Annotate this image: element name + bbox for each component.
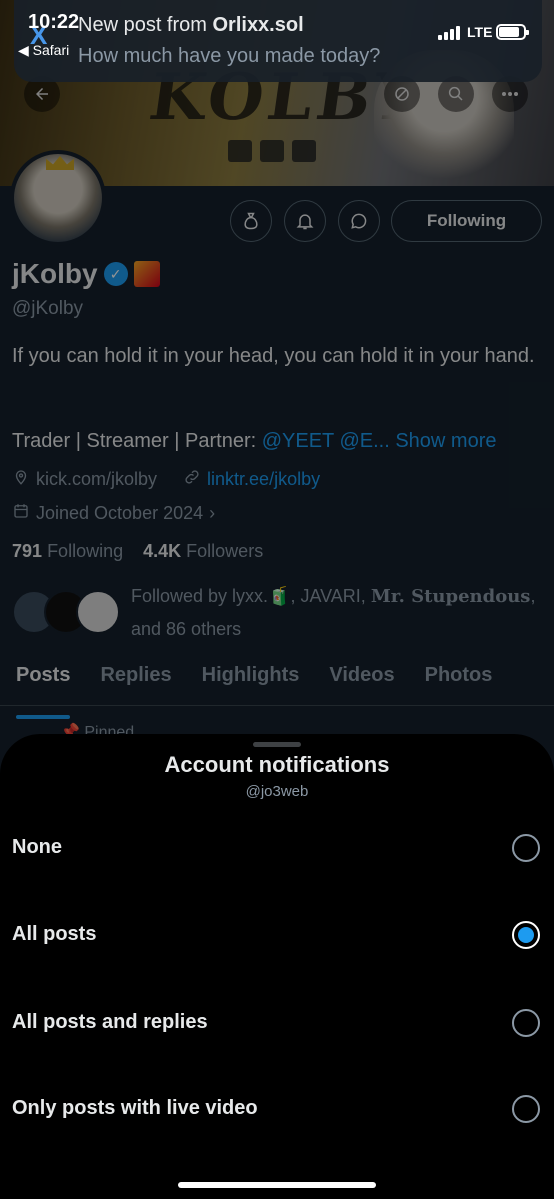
radio-none[interactable] <box>512 834 540 862</box>
sheet-subtitle: @jo3web <box>245 783 309 800</box>
affiliate-badge-icon[interactable] <box>133 261 160 287</box>
calendar-icon <box>12 502 30 525</box>
option-none[interactable]: None <box>0 810 554 890</box>
notification-title: New post from Orlixx.sol <box>78 14 304 37</box>
option-all-posts[interactable]: All posts <box>0 897 554 977</box>
tab-replies[interactable]: Replies <box>100 656 171 705</box>
account-notifications-sheet: Account notifications @jo3web None All p… <box>0 734 554 1199</box>
chevron-right-icon: › <box>209 503 216 523</box>
joined-row[interactable]: Joined October 2024 › <box>12 502 215 525</box>
followed-by-prefix: Followed by lyxx.🧃, JAVARI, <box>131 586 371 606</box>
link-icon <box>183 468 201 491</box>
following-label[interactable]: Following <box>47 541 123 561</box>
profile-bio: If you can hold it in your head, you can… <box>12 345 535 367</box>
back-to-safari-link[interactable]: ◀ Safari <box>18 42 69 59</box>
tab-photos[interactable]: Photos <box>425 656 493 705</box>
sheet-title: Account notifications <box>164 752 390 777</box>
battery-icon <box>496 24 529 40</box>
network-type: LTE <box>467 24 493 40</box>
signal-strength-icon <box>438 26 460 40</box>
kick-icon <box>260 140 284 162</box>
follower-avatar <box>76 590 120 634</box>
profile-name: jKolby <box>12 258 98 289</box>
profile-tabs: Posts Replies Highlights Videos Photos <box>0 656 554 719</box>
followed-by-bold-name: Mr. Stupendous <box>370 586 531 607</box>
website2-link[interactable]: linktr.ee/jkolby <box>207 469 320 490</box>
sheet-grabber-handle[interactable] <box>253 742 301 747</box>
profile-name-row: jKolby ✓ <box>12 258 160 290</box>
tab-videos[interactable]: Videos <box>329 656 394 705</box>
message-icon[interactable] <box>338 200 380 242</box>
push-notification-banner[interactable] <box>14 0 542 82</box>
option-label: All posts <box>12 923 97 945</box>
money-bag-icon[interactable] <box>230 200 272 242</box>
banner-platform-icons <box>228 140 316 162</box>
twitch-icon <box>228 140 252 162</box>
followers-count[interactable]: 4.4K <box>143 541 181 561</box>
following-count[interactable]: 791 <box>12 541 42 561</box>
notification-body: How much have you made today? <box>78 45 381 67</box>
tab-posts[interactable]: Posts <box>16 656 71 719</box>
joined-text: Joined October 2024 <box>36 503 204 523</box>
option-label: Only posts with live video <box>12 1097 258 1119</box>
profile-links-row: kick.com/jkolby linktr.ee/jkolby <box>12 468 320 491</box>
option-all-posts-and-replies[interactable]: All posts and replies <box>0 985 554 1065</box>
bio-line2-text: Trader | Streamer | Partner: <box>12 430 262 452</box>
status-time: 10:22 <box>28 11 80 33</box>
following-button[interactable]: Following <box>391 200 542 242</box>
home-indicator[interactable] <box>178 1182 376 1188</box>
radio-live-video[interactable] <box>512 1095 540 1123</box>
bell-icon[interactable] <box>284 200 326 242</box>
tab-highlights[interactable]: Highlights <box>202 656 300 705</box>
website1-text: kick.com/jkolby <box>36 469 158 489</box>
option-label: All posts and replies <box>12 1011 208 1033</box>
show-more-link[interactable]: Show more <box>395 430 496 452</box>
youtube-icon <box>292 140 316 162</box>
followers-label[interactable]: Followers <box>186 541 263 561</box>
crown-icon <box>46 156 74 170</box>
profile-handle: @jKolby <box>12 298 84 319</box>
verified-icon[interactable]: ✓ <box>103 262 128 286</box>
option-label: None <box>12 836 62 858</box>
option-live-video[interactable]: Only posts with live video <box>0 1071 554 1151</box>
followed-by-avatars[interactable] <box>12 590 120 634</box>
bio-mentions-link[interactable]: @YEET @E... <box>262 430 390 452</box>
radio-all-posts[interactable] <box>512 921 540 949</box>
avatar[interactable] <box>10 150 106 246</box>
follow-stats: 791 Following 4.4K Followers <box>12 541 263 562</box>
radio-all-posts-and-replies[interactable] <box>512 1009 540 1037</box>
location-icon <box>12 468 30 491</box>
followed-by-text[interactable]: Followed by lyxx.🧃, JAVARI, Mr. Stupendo… <box>131 580 541 645</box>
profile-bio-line2: Trader | Streamer | Partner: @YEET @E...… <box>12 430 497 453</box>
notification-title-name: Orlixx.sol <box>212 14 304 36</box>
notification-title-prefix: New post from <box>78 14 213 36</box>
